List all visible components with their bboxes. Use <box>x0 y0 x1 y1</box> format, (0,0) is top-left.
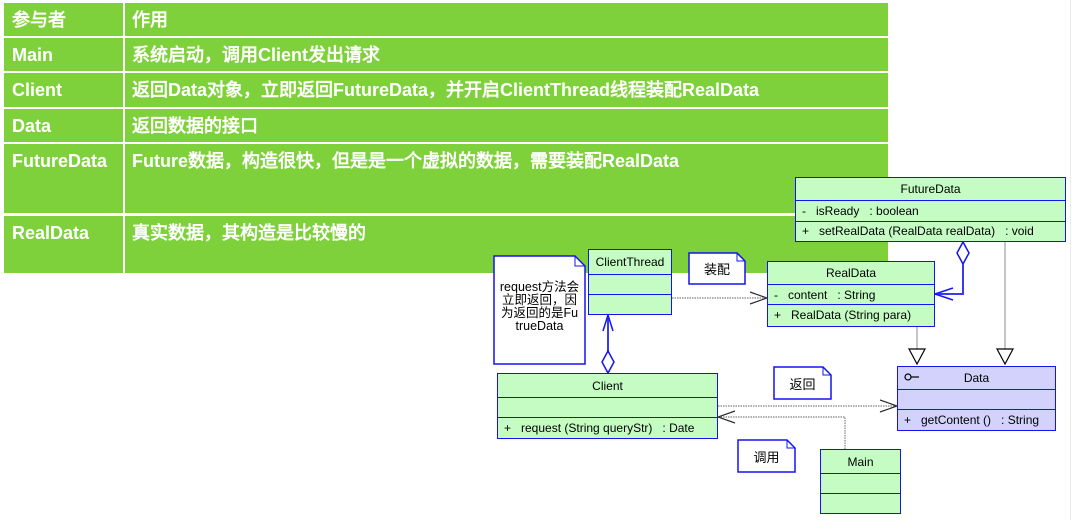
class-attributes-compartment <box>498 397 717 417</box>
class-attribute: - content : String <box>768 284 934 304</box>
note-return-text: 返回 <box>789 376 816 392</box>
realization-futuredata-data <box>996 241 1014 366</box>
triangle-arrowhead-icon <box>908 348 926 366</box>
dependency-clientthread-realdata <box>672 291 769 305</box>
note-request[interactable]: request方法会 立即返回，因 为返回的是Fu trueData <box>493 255 586 365</box>
note-assemble-text: 装配 <box>703 262 730 277</box>
class-futuredata[interactable]: FutureData - isReady : boolean + setReal… <box>795 177 1066 242</box>
class-method: + request (String queryStr) : Date <box>498 417 717 437</box>
note-return[interactable]: 返回 <box>773 366 832 400</box>
class-header: Data <box>898 367 1055 389</box>
triangle-arrowhead-icon <box>996 348 1014 366</box>
aggregation-diamond-icon <box>601 349 615 375</box>
note-assemble[interactable]: 装配 <box>688 252 746 285</box>
interface-lollipop-icon <box>904 373 919 381</box>
table-row-role: FutureData <box>4 144 123 213</box>
interface-data[interactable]: Data + getContent () : String <box>897 366 1056 431</box>
table-row-role: RealData <box>4 216 123 273</box>
arrowhead-icon <box>602 312 614 332</box>
table-row-role: Main <box>4 38 123 71</box>
class-main[interactable]: Main <box>820 449 901 514</box>
table-row-role: Data <box>4 109 123 142</box>
table-header-purpose: 作用 <box>125 3 888 36</box>
class-attributes-compartment <box>589 274 671 294</box>
class-attributes-compartment <box>821 473 900 493</box>
class-method: + getContent () : String <box>898 409 1055 429</box>
table-row-role: Client <box>4 73 123 107</box>
class-client[interactable]: Client + request (String queryStr) : Dat… <box>497 373 718 439</box>
class-clientthread[interactable]: ClientThread <box>588 249 672 315</box>
class-name: FutureData <box>900 182 961 196</box>
note-call[interactable]: 调用 <box>737 439 796 473</box>
note-request-text: request方法会 立即返回，因 为返回的是Fu trueData <box>493 281 586 333</box>
class-name: Client <box>592 378 623 393</box>
canvas-edge-divider <box>1070 0 1071 520</box>
class-name: Data <box>963 371 990 385</box>
class-methods-compartment <box>589 294 671 313</box>
note-line: trueData <box>515 319 564 333</box>
class-attribute: - isReady : boolean <box>796 200 1065 221</box>
table-row-purpose: 系统启动，调用Client发出请求 <box>125 38 888 71</box>
class-method: + setRealData (RealData realData) : void <box>796 221 1065 240</box>
class-method: + RealData (String para) <box>768 304 934 325</box>
class-realdata[interactable]: RealData - content : String + RealData (… <box>767 261 935 327</box>
dependency-client-data <box>718 399 899 413</box>
table-row-purpose: 返回Data对象，立即返回FutureData，并开启ClientThread线… <box>125 73 888 107</box>
aggregation-client-clientthread <box>601 312 615 375</box>
aggregation-futuredata-realdata <box>932 240 970 301</box>
table-row-purpose: 返回数据的接口 <box>125 109 888 142</box>
table-header-role: 参与者 <box>4 3 123 36</box>
class-methods-compartment <box>821 493 900 512</box>
class-name: RealData <box>825 266 877 280</box>
class-name: ClientThread <box>595 255 665 269</box>
note-call-text: 调用 <box>753 449 780 465</box>
class-name: Main <box>847 454 874 469</box>
table-row-purpose: Future数据，构造很快，但是是一个虚拟的数据，需要装配RealData <box>125 144 888 213</box>
class-attributes-compartment <box>898 389 1055 409</box>
aggregation-diamond-icon <box>956 240 970 266</box>
arrowhead-icon <box>932 287 954 301</box>
realization-realdata-data <box>908 326 926 366</box>
